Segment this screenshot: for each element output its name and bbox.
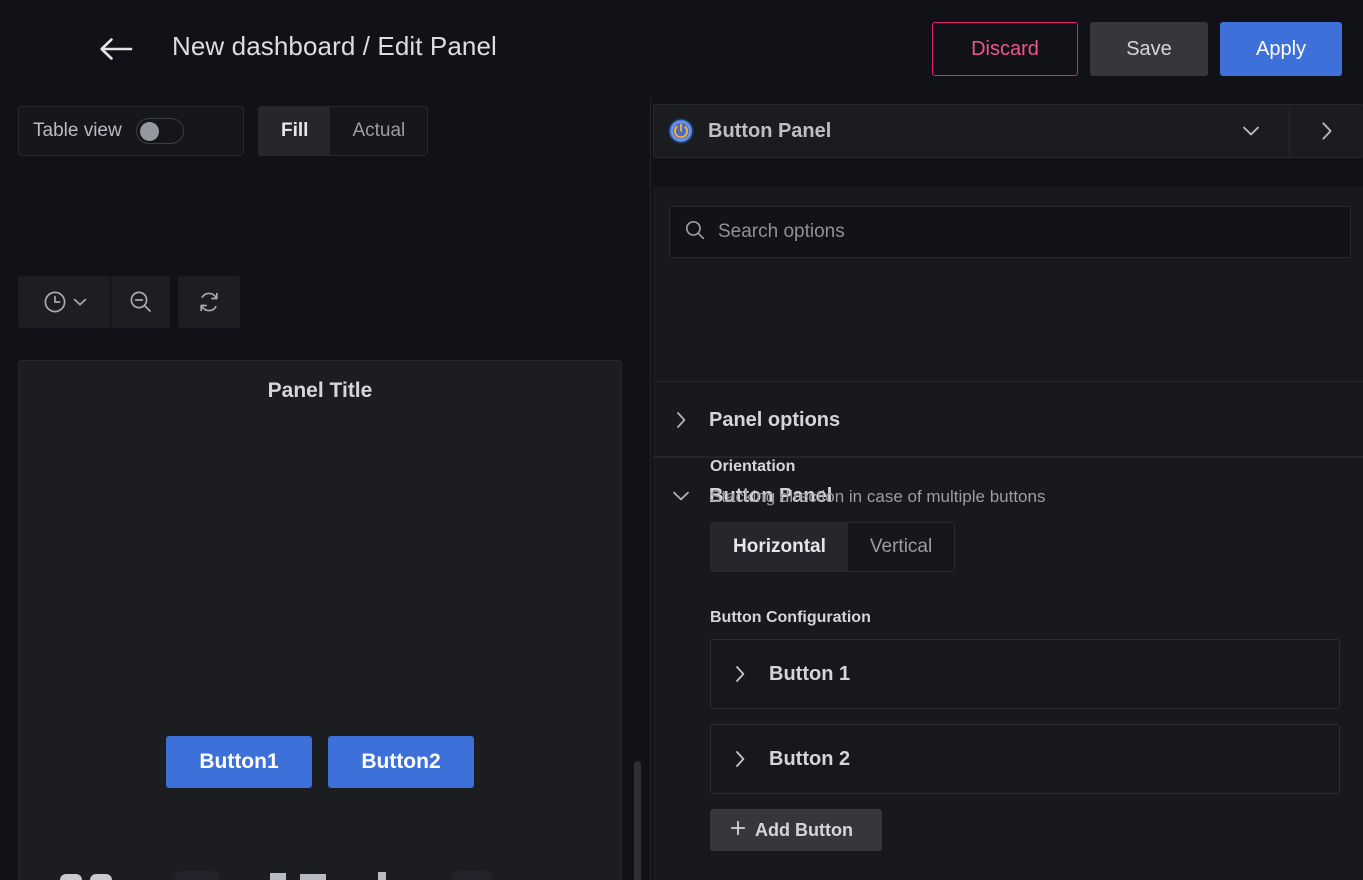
orientation-label: Orientation <box>710 458 795 476</box>
back-arrow-icon[interactable] <box>96 33 136 65</box>
actual-option[interactable]: Actual <box>330 107 427 155</box>
panel-preview: Panel Title Button1 Button2 <box>18 360 622 880</box>
panel-preview-buttons: Button1 Button2 <box>19 361 621 880</box>
panel-options-collapse-chevron-right-icon[interactable] <box>1289 105 1363 157</box>
add-button-label: Add Button <box>755 820 853 841</box>
clock-icon <box>42 289 68 315</box>
section-panel-options-title: Panel options <box>709 409 840 432</box>
panel-type-picker[interactable]: Button Panel <box>653 104 1363 158</box>
orientation-radio-group[interactable]: Horizontal Vertical <box>710 522 955 572</box>
add-button-button[interactable]: Add Button <box>710 809 882 851</box>
table-view-label: Table view <box>33 120 122 142</box>
top-toolbar: New dashboard / Edit Panel Discard Save … <box>0 0 1363 98</box>
section-panel-options: Panel options <box>653 381 1363 457</box>
fill-actual-radio-group[interactable]: Fill Actual <box>258 106 428 156</box>
query-tab-ghost-2 <box>90 874 112 880</box>
query-tab-ghost-1 <box>60 874 82 880</box>
chevron-right-icon <box>653 411 709 429</box>
panel-editor-left-pane: Table view Fill Actual <box>0 98 650 880</box>
query-tab-ghost-5 <box>300 874 326 880</box>
search-options-container[interactable] <box>669 206 1351 258</box>
refresh-group <box>178 276 240 328</box>
orientation-option-vertical[interactable]: Vertical <box>848 523 954 571</box>
table-view-switch-knob <box>140 122 159 141</box>
button-config-row-1[interactable]: Button 1 <box>710 639 1340 709</box>
chevron-right-icon <box>711 750 769 768</box>
query-tab-ghost-7 <box>452 871 492 880</box>
query-tab-ghost-6 <box>378 872 386 880</box>
search-options-input[interactable] <box>718 221 1318 243</box>
button-panel-icon <box>667 117 695 145</box>
section-panel-options-header[interactable]: Panel options <box>653 382 1363 458</box>
refresh-icon <box>196 289 222 315</box>
button-configuration-label: Button Configuration <box>710 609 871 627</box>
orientation-option-horizontal[interactable]: Horizontal <box>711 523 848 571</box>
search-icon <box>684 219 706 246</box>
refresh-button[interactable] <box>178 276 240 328</box>
panel-button-2[interactable]: Button2 <box>328 736 474 788</box>
chevron-down-icon <box>653 490 709 502</box>
panel-button-1[interactable]: Button1 <box>166 736 312 788</box>
orientation-description: Stacking direction in case of multiple b… <box>710 487 1045 507</box>
apply-button[interactable]: Apply <box>1220 22 1342 76</box>
save-button[interactable]: Save <box>1090 22 1208 76</box>
panel-type-chevron-down-icon[interactable] <box>1213 105 1289 157</box>
table-view-toggle-container[interactable]: Table view <box>18 106 244 156</box>
time-picker-button[interactable] <box>18 276 110 328</box>
query-tab-ghost-4 <box>270 873 286 880</box>
chevron-down-icon <box>73 297 87 307</box>
button-config-row-1-name: Button 1 <box>769 663 850 686</box>
page-title: New dashboard / Edit Panel <box>172 31 497 62</box>
button-config-row-2[interactable]: Button 2 <box>710 724 1340 794</box>
plus-icon <box>730 820 746 841</box>
time-controls-toolbar <box>18 276 240 328</box>
panel-type-name: Button Panel <box>708 120 831 143</box>
discard-button[interactable]: Discard <box>932 22 1078 76</box>
query-tab-ghost-3 <box>175 871 219 880</box>
table-view-switch[interactable] <box>136 118 184 144</box>
fill-option[interactable]: Fill <box>259 107 330 155</box>
chevron-right-icon <box>711 665 769 683</box>
zoom-out-icon <box>128 289 154 315</box>
time-range-group <box>18 276 170 328</box>
button-config-row-2-name: Button 2 <box>769 748 850 771</box>
left-pane-vertical-scrollbar[interactable] <box>634 761 641 880</box>
zoom-out-button[interactable] <box>110 276 170 328</box>
